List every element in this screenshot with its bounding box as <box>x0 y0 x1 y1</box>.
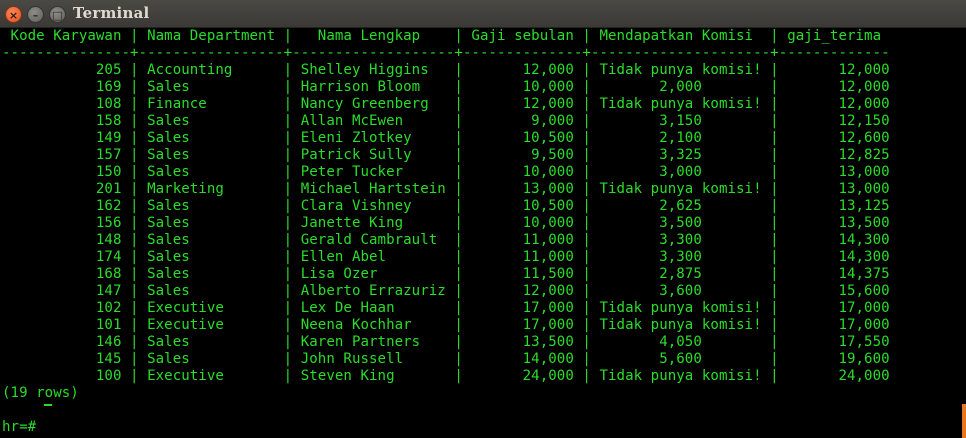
maximize-button[interactable]: □ <box>49 6 66 23</box>
row-count: (19 rows) <box>2 385 79 401</box>
table-row: 162 | Sales | Clara Vishney | 10,500 | 2… <box>2 198 890 214</box>
table-row: 102 | Executive | Lex De Haan | 17,000 |… <box>2 300 890 316</box>
table-separator: ---------------+-----------------+------… <box>2 45 890 61</box>
table-row: 157 | Sales | Patrick Sully | 9,500 | 3,… <box>2 147 890 163</box>
table-row: 205 | Accounting | Shelley Higgins | 12,… <box>2 62 890 78</box>
minimize-button[interactable]: – <box>27 6 44 23</box>
close-button[interactable]: × <box>5 6 22 23</box>
table-row: 146 | Sales | Karen Partners | 13,500 | … <box>2 334 890 350</box>
table-row: 168 | Sales | Lisa Ozer | 11,500 | 2,875… <box>2 266 890 282</box>
table-row: 158 | Sales | Allan McEwen | 9,000 | 3,1… <box>2 113 890 129</box>
table-row: 174 | Sales | Ellen Abel | 11,000 | 3,30… <box>2 249 890 265</box>
table-row: 156 | Sales | Janette King | 10,000 | 3,… <box>2 215 890 231</box>
table-header: Kode Karyawan | Nama Department | Nama L… <box>2 28 882 44</box>
text-cursor <box>44 404 52 406</box>
table-row: 100 | Executive | Steven King | 24,000 |… <box>2 368 890 384</box>
terminal-output[interactable]: Kode Karyawan | Nama Department | Nama L… <box>0 28 966 438</box>
table-row: 108 | Finance | Nancy Greenberg | 12,000… <box>2 96 890 112</box>
table-row: 101 | Executive | Neena Kochhar | 17,000… <box>2 317 890 333</box>
shell-prompt[interactable]: hr=# <box>2 419 45 436</box>
table-row: 150 | Sales | Peter Tucker | 10,000 | 3,… <box>2 164 890 180</box>
window-title: Terminal <box>73 4 150 22</box>
table-row: 147 | Sales | Alberto Errazuriz | 12,000… <box>2 283 890 299</box>
table-row: 149 | Sales | Eleni Zlotkey | 10,500 | 2… <box>2 130 890 146</box>
table-row: 201 | Marketing | Michael Hartstein | 13… <box>2 181 890 197</box>
table-row: 169 | Sales | Harrison Bloom | 10,000 | … <box>2 79 890 95</box>
table-row: 148 | Sales | Gerald Cambrault | 11,000 … <box>2 232 890 248</box>
table-row: 145 | Sales | John Russell | 14,000 | 5,… <box>2 351 890 367</box>
scrollbar-marker[interactable] <box>962 404 966 438</box>
window-titlebar: × – □ Terminal <box>0 0 966 28</box>
